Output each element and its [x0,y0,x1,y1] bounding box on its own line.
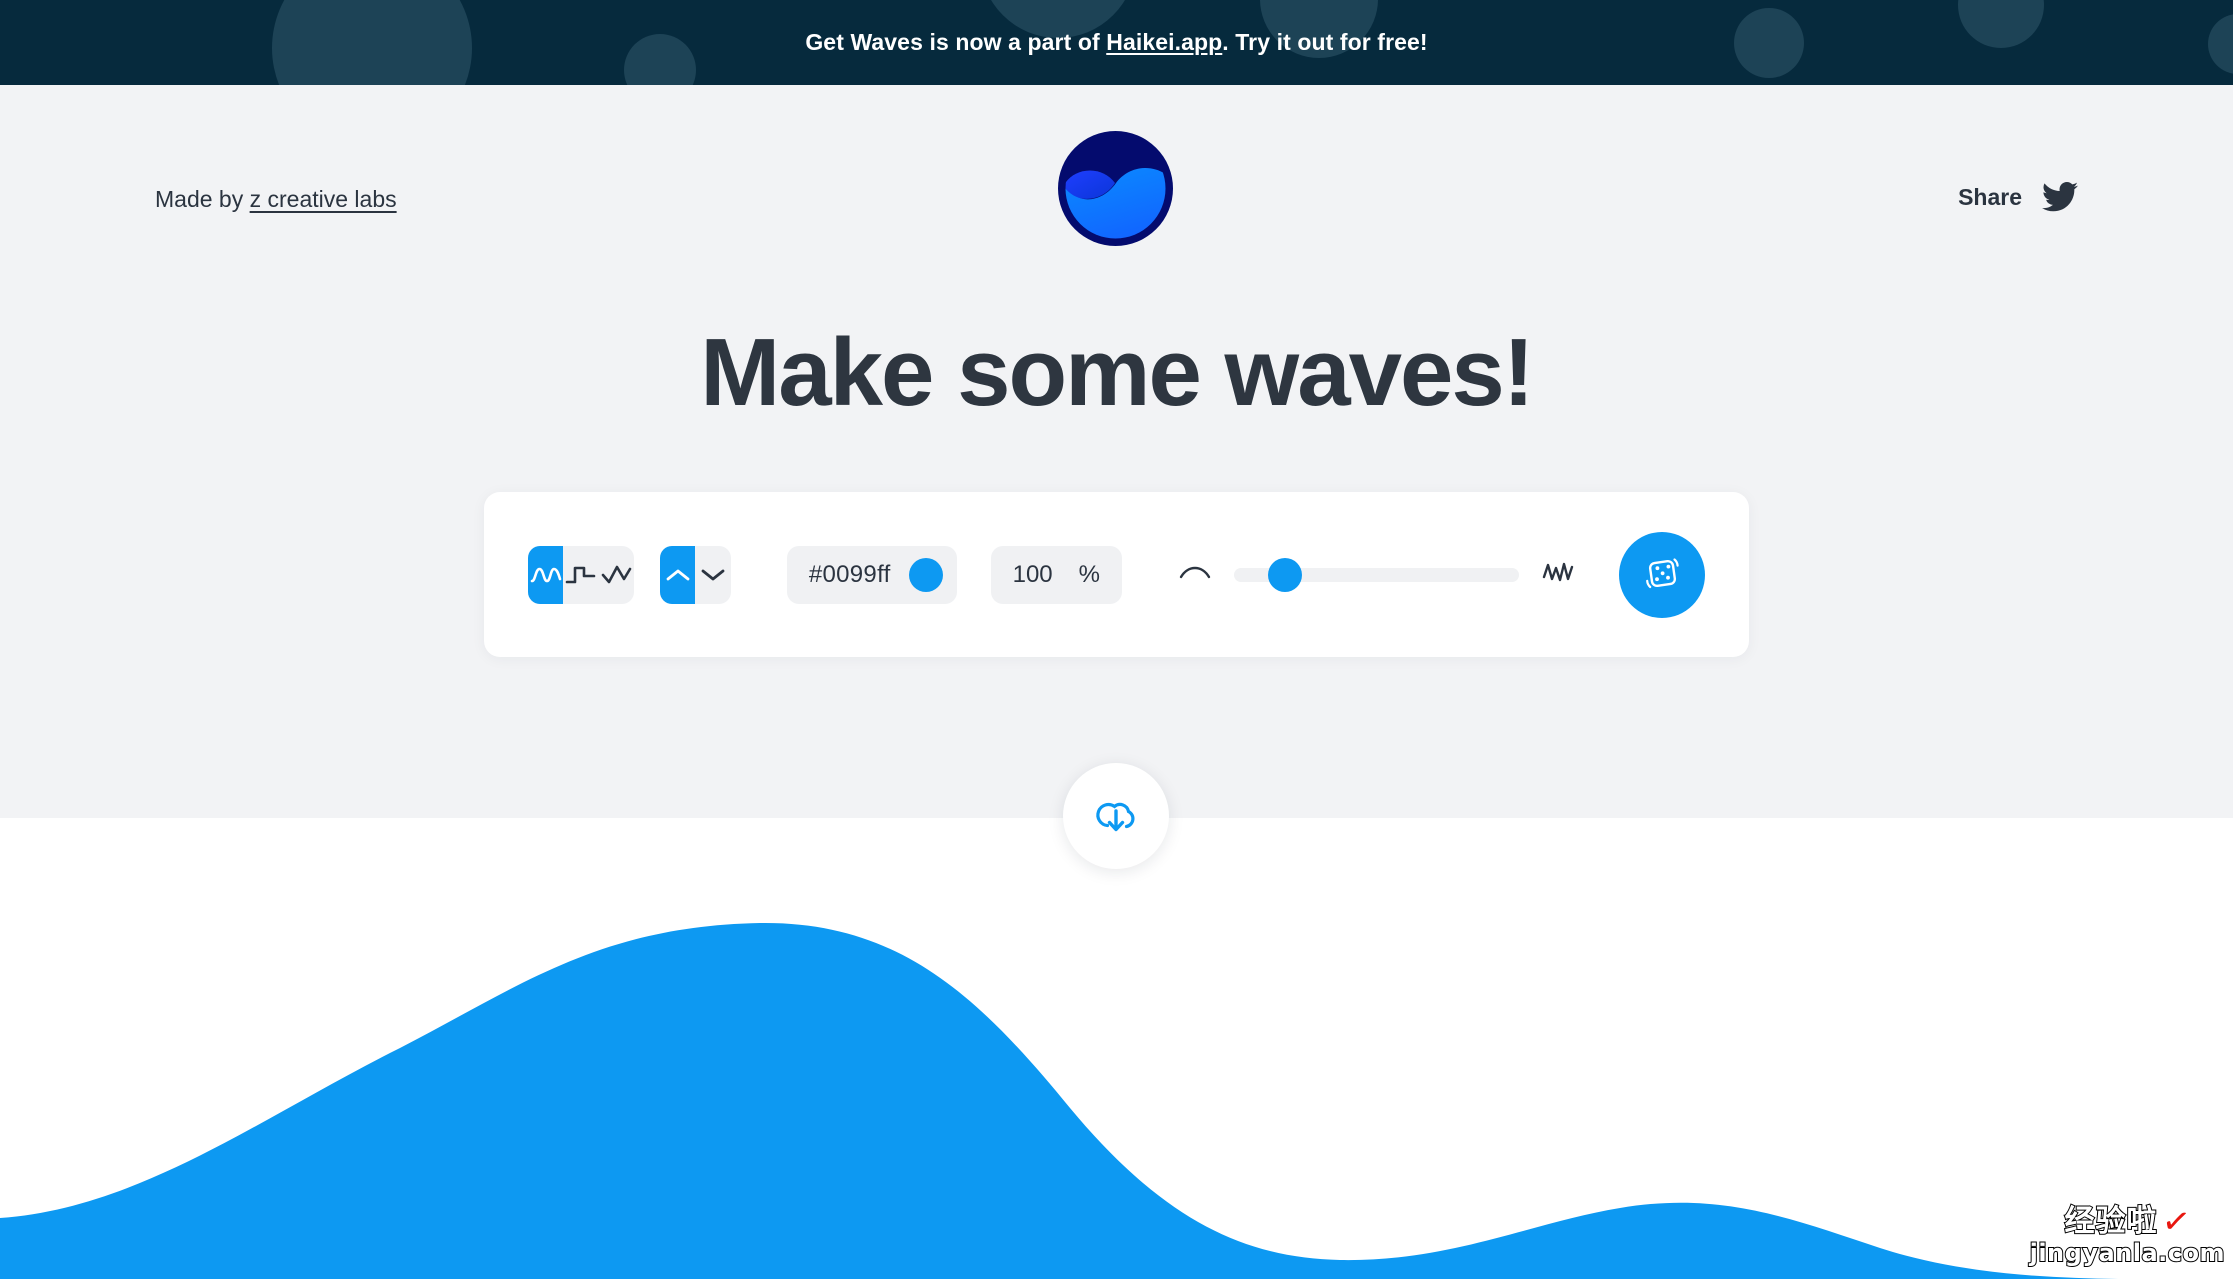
announcement-banner: Get Waves is now a part of Haikei.app. T… [0,0,2233,85]
percent-sign: % [1078,560,1100,588]
download-button[interactable] [1063,763,1169,869]
complexity-slider-thumb[interactable] [1268,557,1303,592]
wave-shape [0,922,2233,1279]
watermark-check-icon: ✓ [2158,1200,2193,1244]
randomize-button[interactable] [1618,531,1705,618]
banner-message: Get Waves is now a part of Haikei.app. T… [805,29,1427,56]
watermark: 经验啦 ✓ jingyanla.com [2029,1200,2226,1267]
wave-type-zigzag-button[interactable] [599,546,634,604]
banner-text-after: . Try it out for free! [1222,29,1428,55]
share-control[interactable]: Share [1958,182,2078,212]
share-label: Share [1958,183,2022,210]
zigzag-wave-icon [601,562,633,588]
z-creative-labs-link[interactable]: z creative labs [250,186,397,212]
twitter-icon[interactable] [2042,182,2078,212]
page-title: Make some waves! [700,319,1534,426]
complexity-slider-track[interactable] [1233,557,1519,592]
chevron-up-icon [664,565,692,585]
opacity-value[interactable]: 100 [1013,561,1053,589]
square-wave-icon [565,562,597,588]
jagged-wave-icon [1541,559,1575,590]
watermark-url: jingyanla.com [2029,1239,2226,1267]
banner-text-before: Get Waves is now a part of [805,29,1107,55]
watermark-cn-text: 经验啦 [2064,1204,2158,1239]
opacity-field[interactable]: 100 % [990,545,1122,604]
wave-flip-up-button[interactable] [659,545,696,604]
color-hex-value[interactable]: #0099ff [809,561,891,589]
wave-type-group [528,545,635,604]
color-swatch[interactable] [908,557,943,592]
wave-controls-panel: #0099ff 100 % [484,492,1749,657]
sine-wave-icon [530,562,562,588]
cloud-download-icon [1090,789,1142,844]
wave-type-sine-button[interactable] [528,545,564,604]
haikei-link[interactable]: Haikei.app [1106,29,1222,55]
made-by: Made by z creative labs [155,186,397,213]
dice-icon [1639,550,1685,599]
wave-flip-down-button[interactable] [695,546,730,604]
color-field[interactable]: #0099ff [786,545,957,604]
complexity-slider-group [1178,557,1575,592]
wave-preview [0,818,2233,1279]
flat-curve-icon [1178,561,1212,588]
get-waves-logo[interactable] [1058,131,1173,246]
made-by-prefix: Made by [155,186,250,212]
wave-type-square-button[interactable] [563,546,598,604]
chevron-down-icon [699,565,727,585]
wave-flip-group [659,545,731,604]
